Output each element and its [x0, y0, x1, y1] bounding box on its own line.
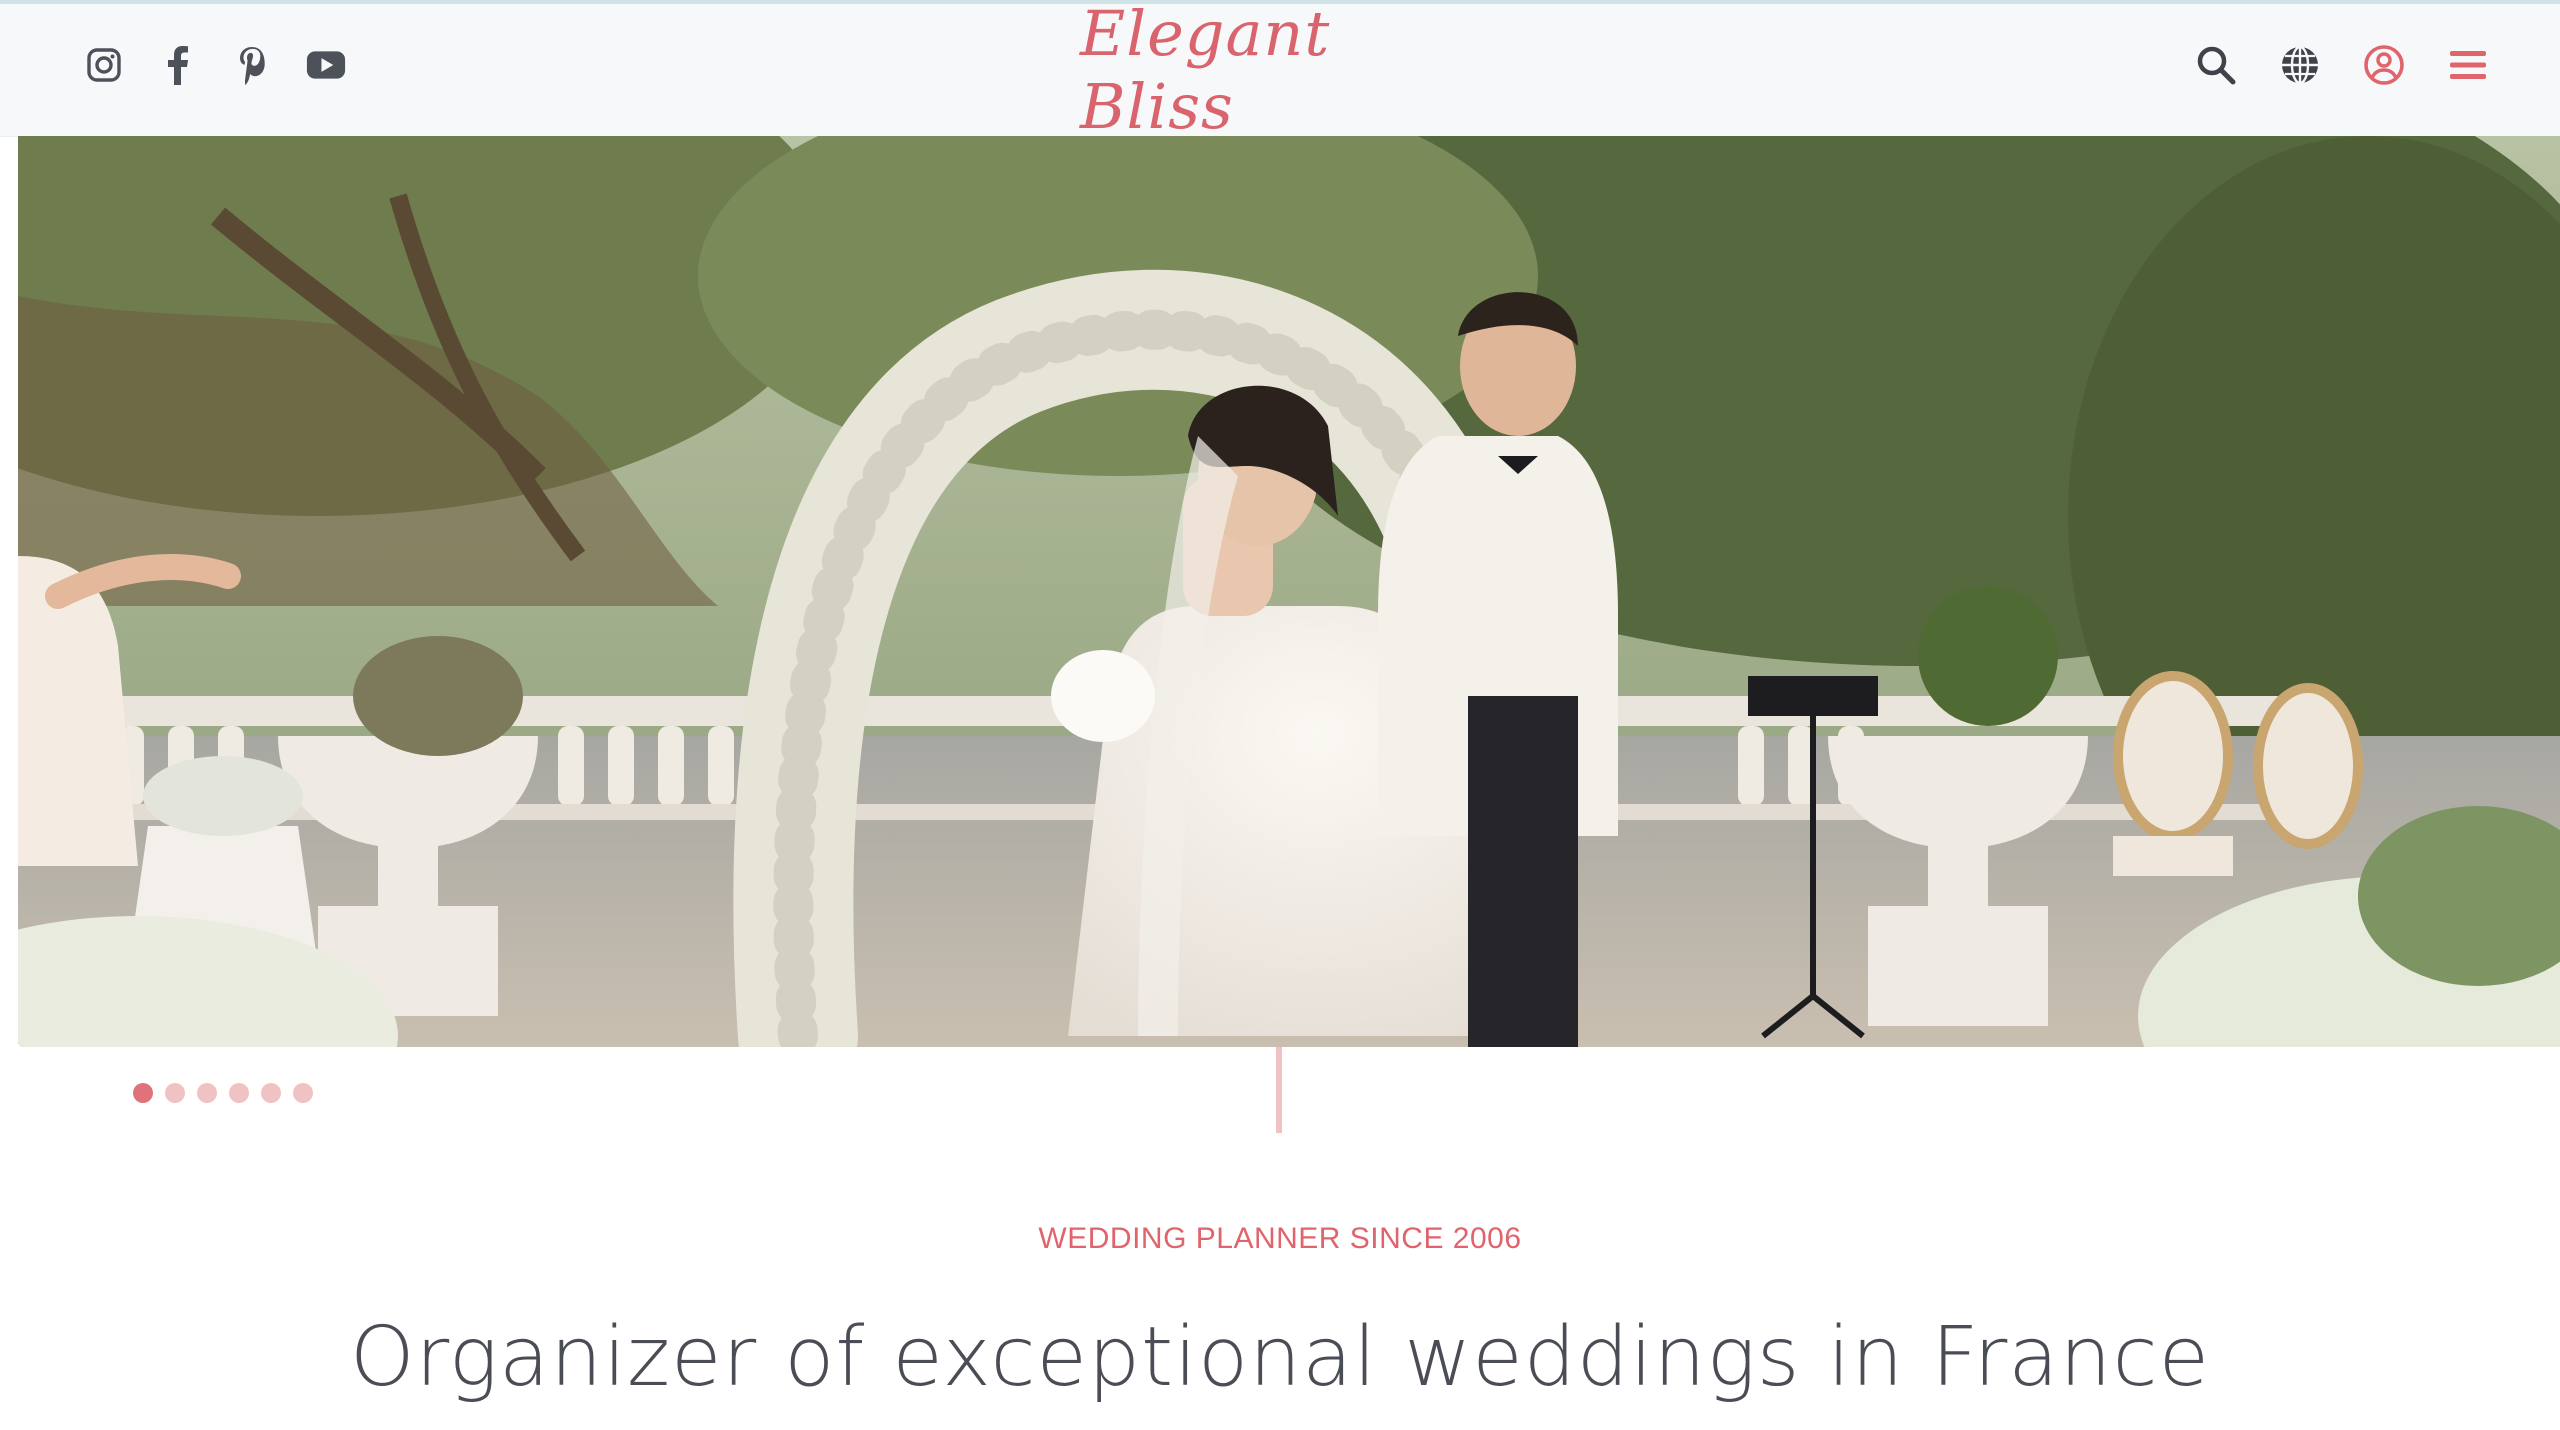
- intro-headline: Organizer of exceptional weddings in Fra…: [349, 1310, 2211, 1405]
- header-tools: [2194, 40, 2490, 90]
- slide-dot[interactable]: [261, 1083, 281, 1103]
- slide-dot[interactable]: [133, 1083, 153, 1103]
- search-icon[interactable]: [2194, 43, 2238, 87]
- site-logo[interactable]: Elegant Bliss: [1080, 0, 1370, 143]
- slide-dot[interactable]: [197, 1083, 217, 1103]
- slider-pagination: [133, 1083, 313, 1105]
- section-divider: [1276, 1047, 1282, 1133]
- facebook-icon[interactable]: [158, 45, 198, 85]
- instagram-icon[interactable]: [84, 45, 124, 85]
- slide-dot[interactable]: [165, 1083, 185, 1103]
- wedding-couple-photo: [18, 136, 2560, 1047]
- youtube-icon[interactable]: [306, 45, 346, 85]
- menu-icon[interactable]: [2446, 43, 2490, 87]
- intro-tagline: WEDDING PLANNER SINCE 2006: [1038, 1222, 1522, 1255]
- slide-dot[interactable]: [293, 1083, 313, 1103]
- pinterest-icon[interactable]: [232, 45, 272, 85]
- globe-icon[interactable]: [2278, 43, 2322, 87]
- slide-dot[interactable]: [229, 1083, 249, 1103]
- user-icon[interactable]: [2362, 43, 2406, 87]
- hero-slider[interactable]: [18, 136, 2560, 1047]
- site-header: Elegant Bliss: [0, 0, 2560, 143]
- social-links: [84, 40, 346, 90]
